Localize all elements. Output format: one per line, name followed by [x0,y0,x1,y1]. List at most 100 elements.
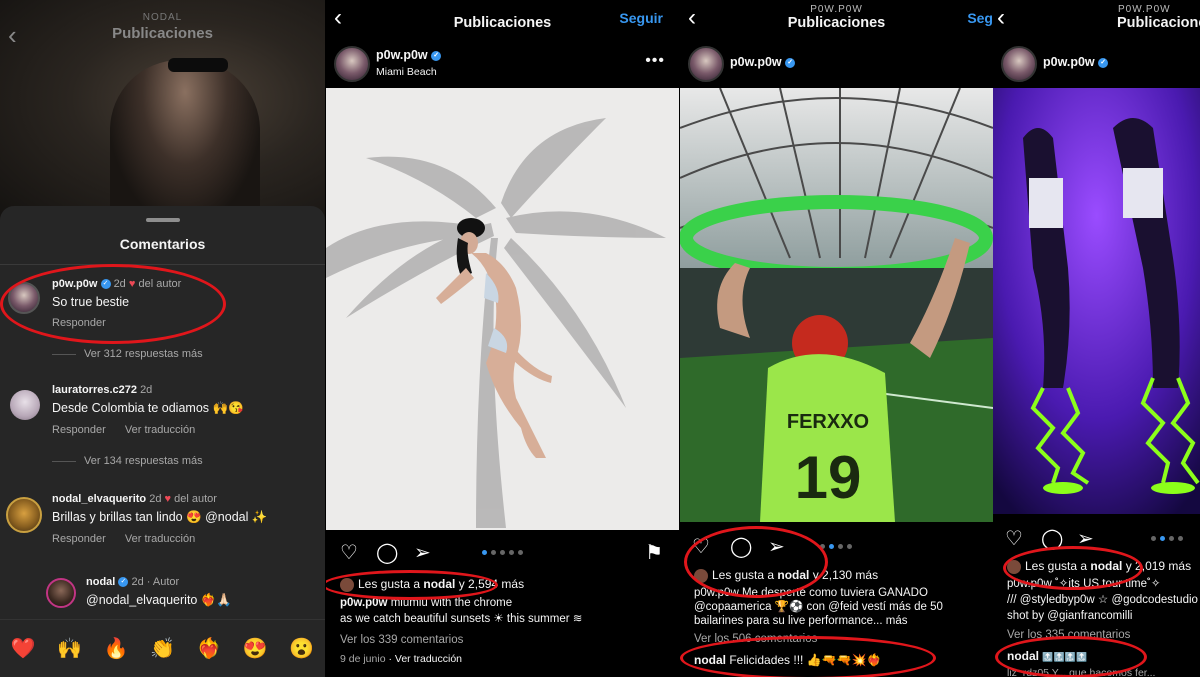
annotation-circle [995,636,1147,677]
post-photo[interactable] [326,88,679,530]
comment-header: nodal_elvaquerito 2d ♥ del autor [52,493,267,505]
follow-button[interactable]: Seguir [619,10,663,26]
annotation-circle [326,570,498,600]
author-tag: Autor [152,576,180,588]
heart-icon: ♥ [164,493,172,505]
emoji-reaction-bar: ❤️ 🙌 🔥 👏 ❤️‍🔥 😍 😮 [0,619,325,677]
view-comments-link[interactable]: Ver los 339 comentarios [340,633,463,648]
verified-icon: ✓ [785,57,796,68]
post-date: 9 de junio [340,653,386,665]
comment-text: @nodal_elvaquerito ❤️‍🔥🙏🏻 [86,593,232,607]
comment-body: nodal_elvaquerito 2d ♥ del autor Brillas… [52,493,267,545]
post-header: p0w.p0w ✓ [993,40,1200,88]
header: NODAL Publicaciones [0,12,325,42]
avatar[interactable] [334,46,370,82]
sheet-handle[interactable] [145,218,180,222]
emoji-heart-eyes[interactable]: 😍 [243,636,268,661]
translate-link[interactable]: Ver traducción [395,653,462,665]
post-header: p0w.p0w ✓ [680,40,993,88]
header-title: Publicaciones [112,25,213,42]
header-title: Publicaciones [787,15,886,31]
carousel-indicator [820,544,852,549]
caption-line-2: as we catch beautiful sunsets ☀ this sum… [340,613,583,625]
follow-button[interactable]: Seg [967,10,993,26]
sunglasses [168,58,228,72]
more-options-icon[interactable]: ••• [645,52,665,70]
jersey-name: FERXXO [787,411,869,433]
jersey-number: 19 [795,444,862,511]
avatar[interactable] [688,46,724,82]
caption-line-2: /// @styledbyp0w ☆ @godcodestudio [1007,594,1198,606]
post-footer: 9 de junio · Ver traducción [340,653,463,665]
translate-button[interactable]: Ver traducción [125,424,195,436]
post-photo[interactable] [993,88,1200,514]
comment-text: Desde Colombia te odiamos 🙌😘 [52,401,244,415]
post-location[interactable]: Miami Beach [376,66,437,78]
comment-actions: Responder Ver traducción [52,424,244,436]
annotation-circle [1003,546,1143,590]
comment-text: Brillas y brillas tan lindo 😍 @nodal ✨ [52,510,268,524]
comment-user[interactable]: nodal [86,576,115,588]
post-panel-beach: ‹ Publicaciones Seguir p0w.p0w ✓ Miami B… [326,0,679,677]
avatar[interactable] [1001,46,1037,82]
comment-header: nodal ✓ 2d · Autor [86,576,180,588]
reply-button[interactable]: Responder [52,533,106,545]
comment-icon[interactable]: ◯ [376,540,398,565]
verified-icon: ✓ [431,50,442,61]
comment-time: 2d [140,384,153,396]
emoji-raised-hands[interactable]: 🙌 [57,636,82,661]
comment-body: lauratorres.c272 2d Desde Colombia te od… [52,384,244,436]
caption-line-3: bailarines para su live performance... m… [694,615,908,627]
reply-button[interactable]: Responder [52,424,106,436]
annotation-circle [684,526,828,598]
view-replies-button[interactable]: Ver 134 respuestas más [52,455,203,467]
post-username[interactable]: p0w.p0w ✓ [730,55,796,69]
like-icon[interactable]: ♡ [340,540,358,565]
sheet-title: Comentarios [119,236,206,252]
post-username[interactable]: p0w.p0w ✓ [1043,55,1109,69]
post-header: p0w.p0w ✓ Miami Beach ••• [326,40,679,88]
carousel-indicator [1151,536,1183,541]
header-username: NODAL [142,12,183,23]
avatar[interactable] [46,578,76,608]
like-icon[interactable]: ♡ [1005,526,1023,551]
post-photo[interactable]: FERXXO 19 [680,88,993,522]
header-username: P0W.P0W [1118,4,1171,15]
share-icon[interactable]: ➢ [414,540,431,565]
author-tag: del autor [174,493,217,505]
avatar[interactable] [6,497,42,533]
emoji-heart[interactable]: ❤️ [11,636,36,661]
caption-line-3: shot by @gianfrancomilli [1007,610,1133,622]
emoji-heart-fire[interactable]: ❤️‍🔥 [196,636,221,661]
comment-user[interactable]: nodal_elvaquerito [52,493,146,505]
post-panel-stadium: ‹ P0W.P0W Publicaciones Seg p0w.p0w ✓ FE… [680,0,993,677]
header: ‹ P0W.P0W Publicaciones Seg [680,0,993,40]
emoji-clap[interactable]: 👏 [150,636,175,661]
verified-icon: ✓ [1098,57,1109,68]
header-username: P0W.P0W [810,4,863,15]
comment-body: nodal ✓ 2d · Autor @nodal_elvaquerito ❤️… [86,576,232,608]
save-icon[interactable]: ⚑ [645,540,663,565]
caption-line-2: @copaamerica 🏆⚽ con @feid vestí más de 5… [694,601,943,613]
translate-button[interactable]: Ver traducción [125,533,195,545]
verified-icon: ✓ [118,577,129,588]
post-username[interactable]: p0w.p0w ✓ [376,48,442,62]
header: ‹ Publicaciones Seguir [326,0,679,40]
post-actions: ♡ ◯ ➢ ⚑ [326,540,679,570]
divider [0,264,325,265]
comment-actions: Responder Ver traducción [52,533,267,545]
comment-time: 2d [131,576,144,588]
avatar[interactable] [10,390,40,420]
annotation-circle [680,636,936,677]
view-replies-button[interactable]: Ver 312 respuestas más [52,348,203,360]
header-title: Publicaciones [1117,15,1200,31]
comment-time: 2d [149,493,162,505]
comment-user[interactable]: lauratorres.c272 [52,384,137,396]
post-panel-neon: ‹ P0W.P0W Publicaciones p0w.p0w ✓ [993,0,1200,677]
annotation-circle [0,264,226,344]
header: ‹ P0W.P0W Publicaciones [993,0,1200,40]
carousel-indicator [482,550,523,555]
emoji-surprised[interactable]: 😮 [289,636,314,661]
comments-panel: ‹ NODAL Publicaciones Comentarios p0w.p0… [0,0,325,677]
emoji-fire[interactable]: 🔥 [104,636,129,661]
